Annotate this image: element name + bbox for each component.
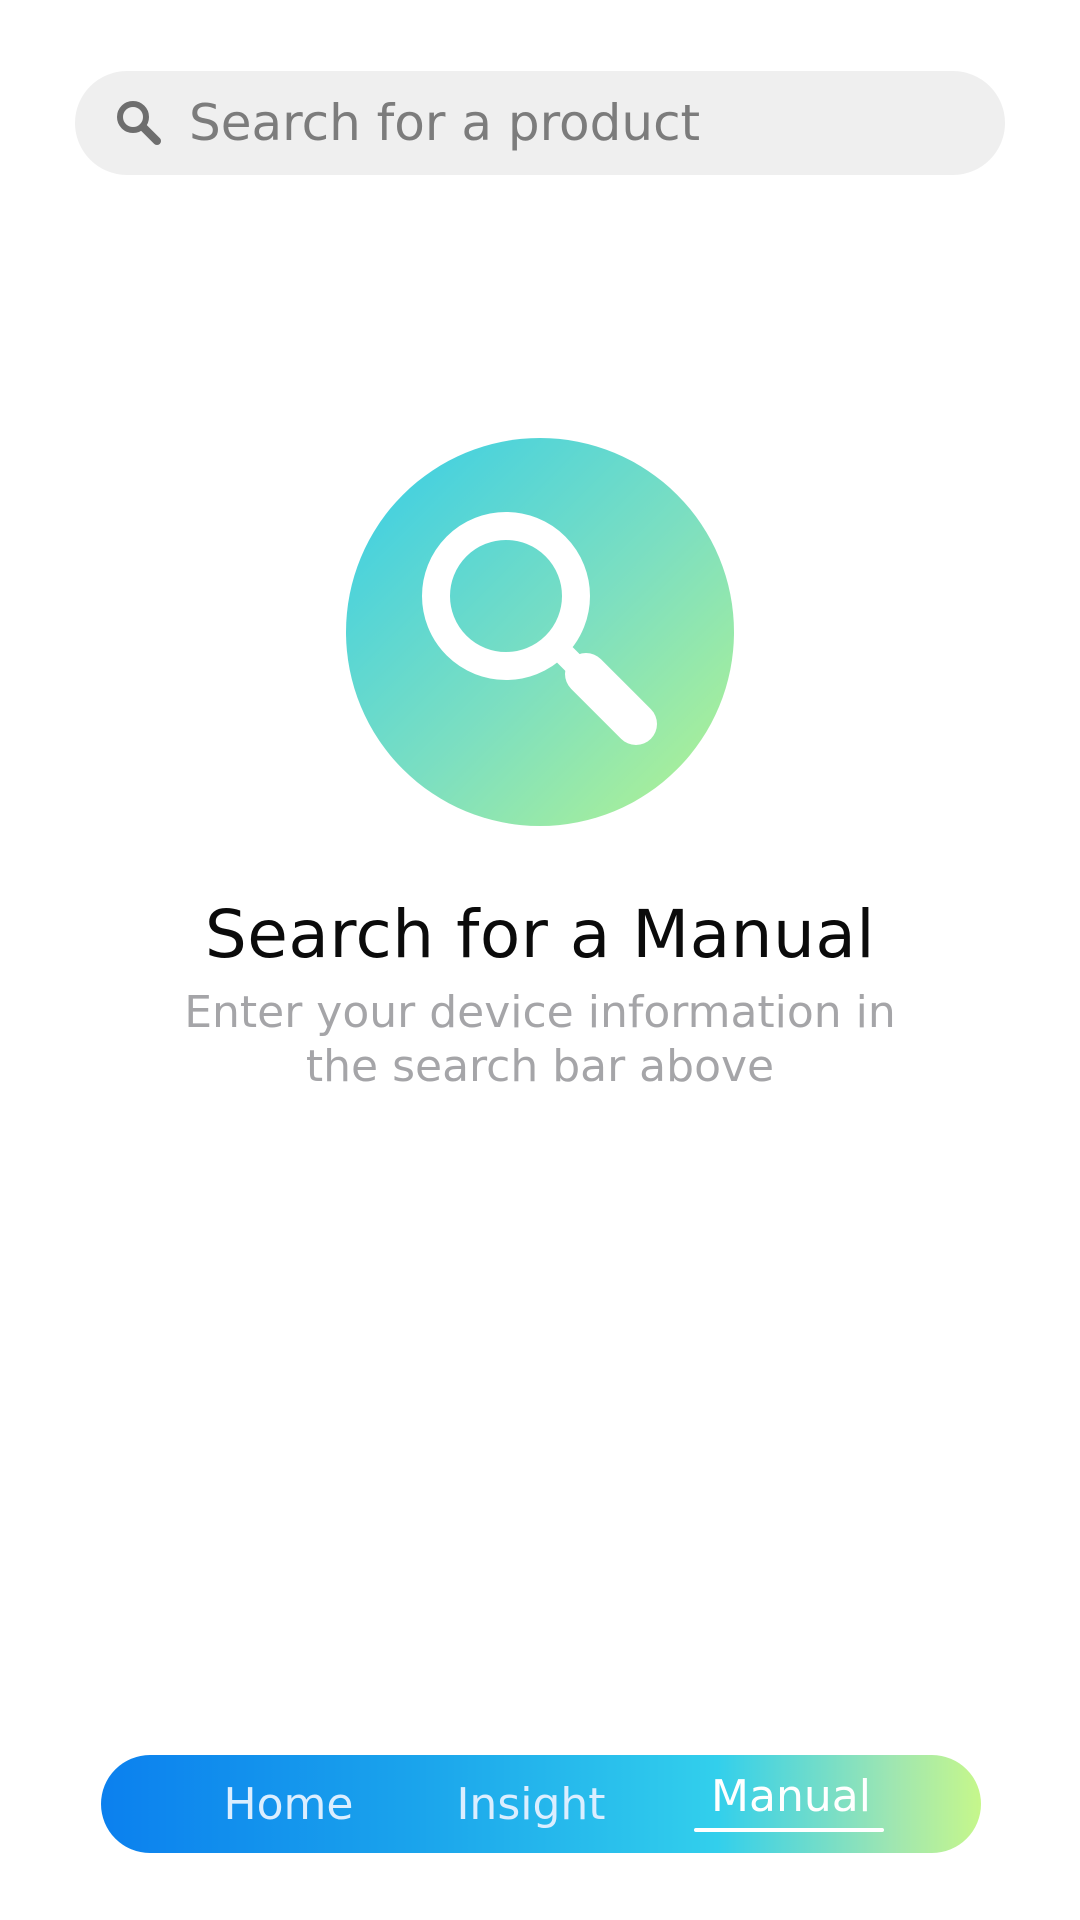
search-icon bbox=[111, 95, 167, 151]
bottom-navigation: Home Insight Manual bbox=[101, 1755, 981, 1853]
empty-state-title: Search for a Manual bbox=[204, 896, 876, 973]
active-tab-indicator bbox=[694, 1828, 884, 1832]
nav-item-home[interactable]: Home bbox=[201, 1755, 376, 1853]
nav-item-insight-label: Insight bbox=[456, 1778, 606, 1830]
search-bar[interactable] bbox=[75, 71, 1005, 175]
nav-item-insight[interactable]: Insight bbox=[431, 1755, 631, 1853]
magnifier-icon bbox=[422, 512, 657, 745]
nav-item-manual[interactable]: Manual bbox=[691, 1755, 891, 1853]
nav-item-manual-label: Manual bbox=[711, 1770, 871, 1822]
empty-state-illustration bbox=[346, 438, 734, 826]
nav-item-home-label: Home bbox=[223, 1778, 354, 1830]
search-input[interactable] bbox=[189, 83, 949, 163]
empty-state-subtitle: Enter your device information in the sea… bbox=[184, 987, 896, 1092]
